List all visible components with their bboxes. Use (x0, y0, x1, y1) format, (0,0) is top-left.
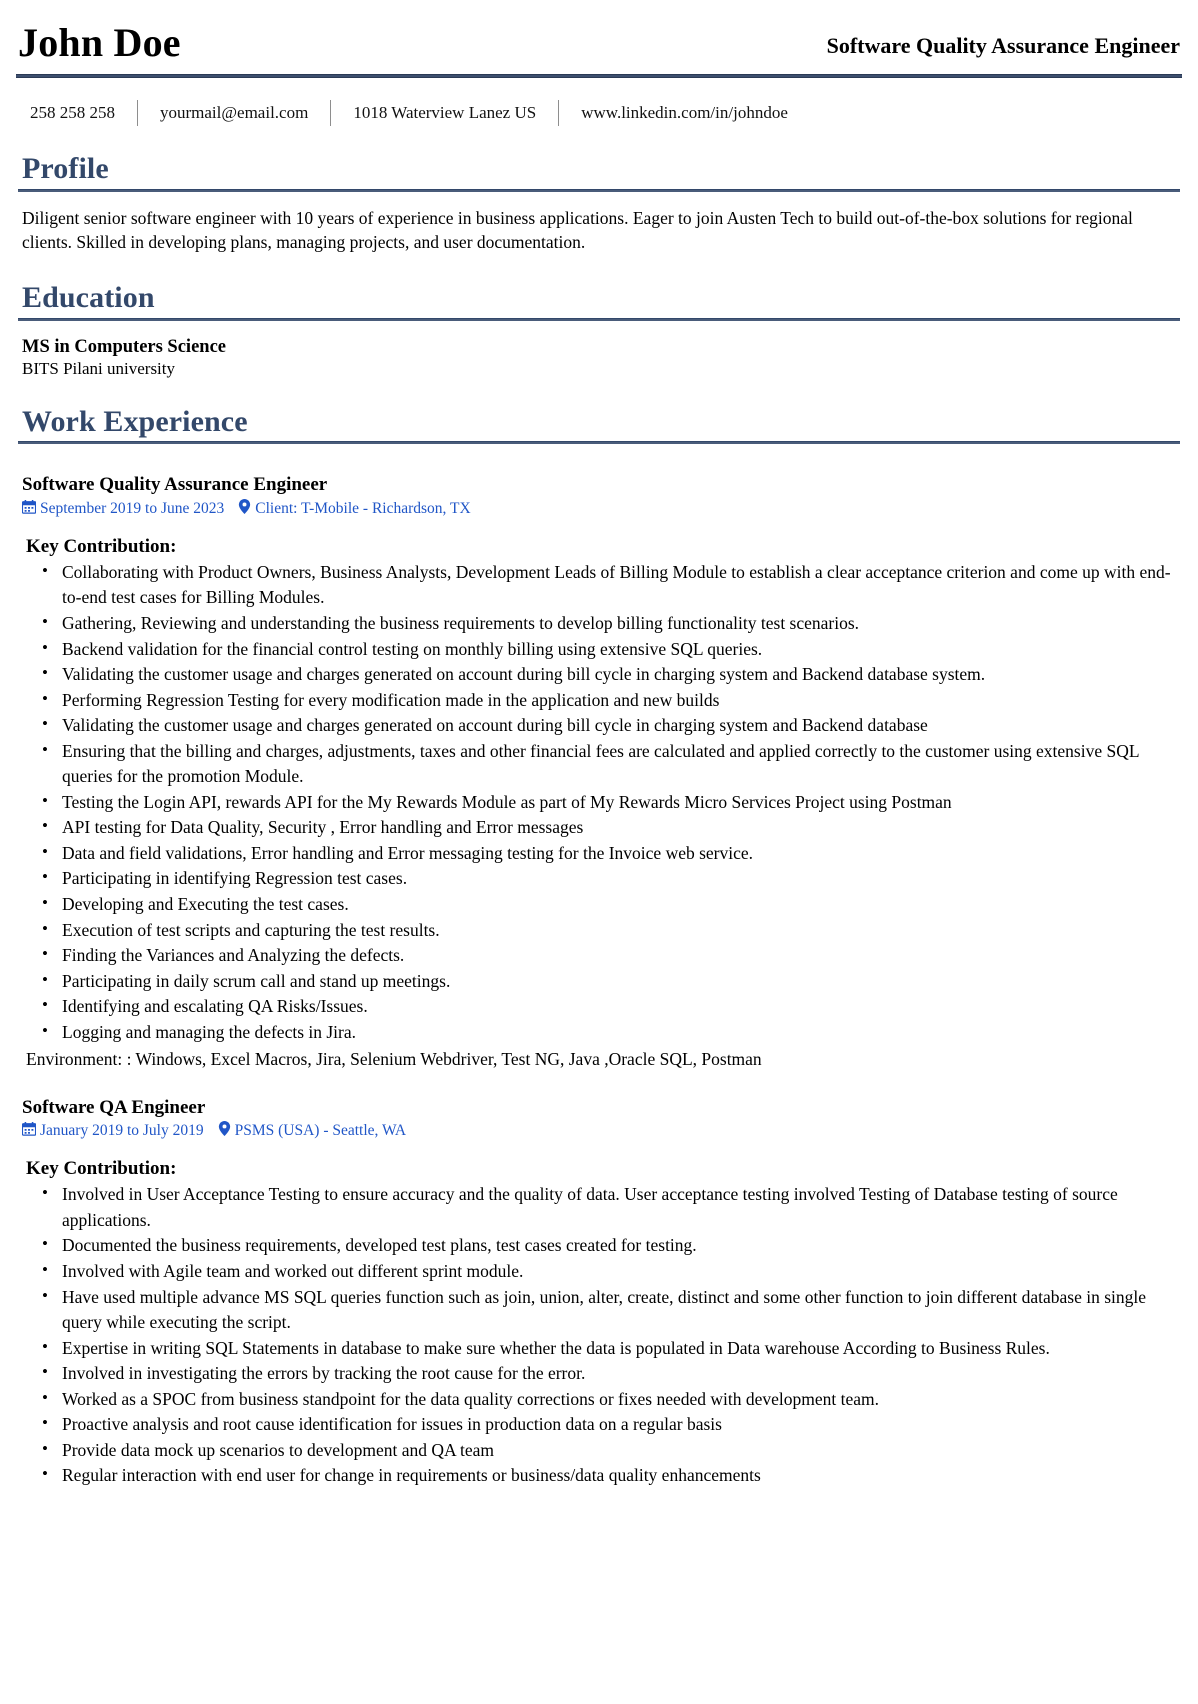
work-experience-item: Software QA Engineer January 2019 to Jul… (18, 1073, 1180, 1489)
education-entry: MS in Computers Science BITS Pilani univ… (18, 329, 1180, 379)
section-divider (18, 441, 1180, 445)
section-profile: Profile Diligent senior software enginee… (14, 126, 1184, 255)
list-item: Backend validation for the financial con… (42, 636, 1178, 663)
list-item: Execution of test scripts and capturing … (42, 917, 1178, 944)
job-role-title: Software QA Engineer (22, 1096, 206, 1118)
work-experience-item: Software Quality Assurance Engineer Sept… (18, 452, 1180, 1072)
contact-linkedin[interactable]: www.linkedin.com/in/johndoe (579, 103, 790, 123)
key-contribution-label: Key Contribution: (26, 1158, 177, 1180)
job-dates-group: January 2019 to July 2019 (22, 1121, 204, 1142)
contact-address: 1018 Waterview Lanez US (353, 103, 537, 122)
section-title-work-experience: Work Experience (22, 404, 248, 438)
list-item: Regular interaction with end user for ch… (42, 1462, 1178, 1489)
job-meta: September 2019 to June 2023 Client: T-Mo… (22, 497, 1178, 520)
list-item: Proactive analysis and root cause identi… (42, 1411, 1178, 1438)
list-item: Developing and Executing the test cases. (42, 891, 1178, 918)
map-pin-icon (238, 498, 251, 514)
profile-summary-text: Diligent senior software engineer with 1… (22, 207, 1133, 253)
list-item: Ensuring that the billing and charges, a… (42, 738, 1178, 790)
calendar-icon (22, 499, 36, 514)
list-item: API testing for Data Quality, Security ,… (42, 814, 1178, 841)
resume-page: John Doe Software Quality Assurance Engi… (0, 0, 1198, 1489)
section-divider (18, 317, 1180, 321)
page-title: John Doe (18, 20, 181, 65)
list-item: Provide data mock up scenarios to develo… (42, 1437, 1178, 1464)
list-item: Testing the Login API, rewards API for t… (42, 789, 1178, 816)
map-pin-icon (218, 1121, 231, 1137)
list-item: Participating in daily scrum call and st… (42, 968, 1178, 995)
list-item: Involved in User Acceptance Testing to e… (42, 1181, 1178, 1233)
job-location-group: PSMS (USA) - Seattle, WA (218, 1121, 407, 1142)
section-education: Education MS in Computers Science BITS P… (14, 255, 1184, 379)
job-meta: January 2019 to July 2019 PSMS (USA) - S… (22, 1119, 1178, 1142)
job-dates: January 2019 to July 2019 (40, 1122, 204, 1140)
contact-separator (330, 100, 332, 126)
list-item: Have used multiple advance MS SQL querie… (42, 1284, 1178, 1336)
job-location: PSMS (USA) - Seattle, WA (234, 1122, 407, 1140)
job-location: Client: T-Mobile - Richardson, TX (255, 499, 471, 517)
job-bullet-list: Involved in User Acceptance Testing to e… (22, 1181, 1178, 1489)
list-item: Worked as a SPOC from business standpoin… (42, 1386, 1178, 1413)
section-title-education: Education (22, 281, 155, 315)
list-item: Documented the business requirements, de… (42, 1233, 1178, 1259)
list-item: Finding the Variances and Analyzing the … (42, 942, 1178, 969)
education-school: BITS Pilani university (22, 358, 175, 378)
list-item: Participating in identifying Regression … (42, 865, 1178, 892)
job-dates-group: September 2019 to June 2023 (22, 499, 224, 520)
contact-email[interactable]: yourmail@email.com (158, 103, 310, 123)
job-dates: September 2019 to June 2023 (40, 499, 225, 517)
header-headline: Software Quality Assurance Engineer (826, 33, 1180, 58)
list-item: Validating the customer usage and charge… (42, 661, 1178, 688)
list-item: Expertise in writing SQL Statements in d… (42, 1335, 1178, 1362)
section-divider (18, 188, 1180, 192)
job-environment: Environment: : Windows, Excel Macros, Ji… (26, 1049, 762, 1070)
job-location-group: Client: T-Mobile - Richardson, TX (238, 498, 471, 520)
resume-header: John Doe Software Quality Assurance Engi… (14, 14, 1184, 68)
contact-separator (558, 100, 560, 126)
contact-separator (137, 100, 138, 126)
list-item: Involved in investigating the errors by … (42, 1360, 1178, 1387)
list-item: Validating the customer usage and charge… (42, 712, 1178, 739)
job-bullet-list: Collaborating with Product Owners, Busin… (22, 559, 1178, 1046)
list-item: Data and field validations, Error handli… (42, 840, 1178, 867)
key-contribution-label: Key Contribution: (26, 535, 177, 557)
contact-phone[interactable]: 258 258 258 (28, 103, 117, 123)
list-item: Involved with Agile team and worked out … (42, 1258, 1178, 1285)
list-item: Collaborating with Product Owners, Busin… (42, 559, 1178, 611)
list-item: Gathering, Reviewing and understanding t… (42, 610, 1178, 637)
list-item: Logging and managing the defects in Jira… (42, 1019, 1178, 1046)
education-degree: MS in Computers Science (22, 336, 226, 357)
calendar-icon (22, 1122, 36, 1137)
list-item: Identifying and escalating QA Risks/Issu… (42, 993, 1178, 1020)
list-item: Performing Regression Testing for every … (42, 687, 1178, 714)
job-role-title: Software Quality Assurance Engineer (22, 474, 328, 496)
contact-bar: 258 258 258 yourmail@email.com 1018 Wate… (14, 78, 1184, 126)
section-work-experience: Work Experience Software Quality Assuran… (14, 379, 1184, 1489)
section-title-profile: Profile (22, 152, 109, 185)
